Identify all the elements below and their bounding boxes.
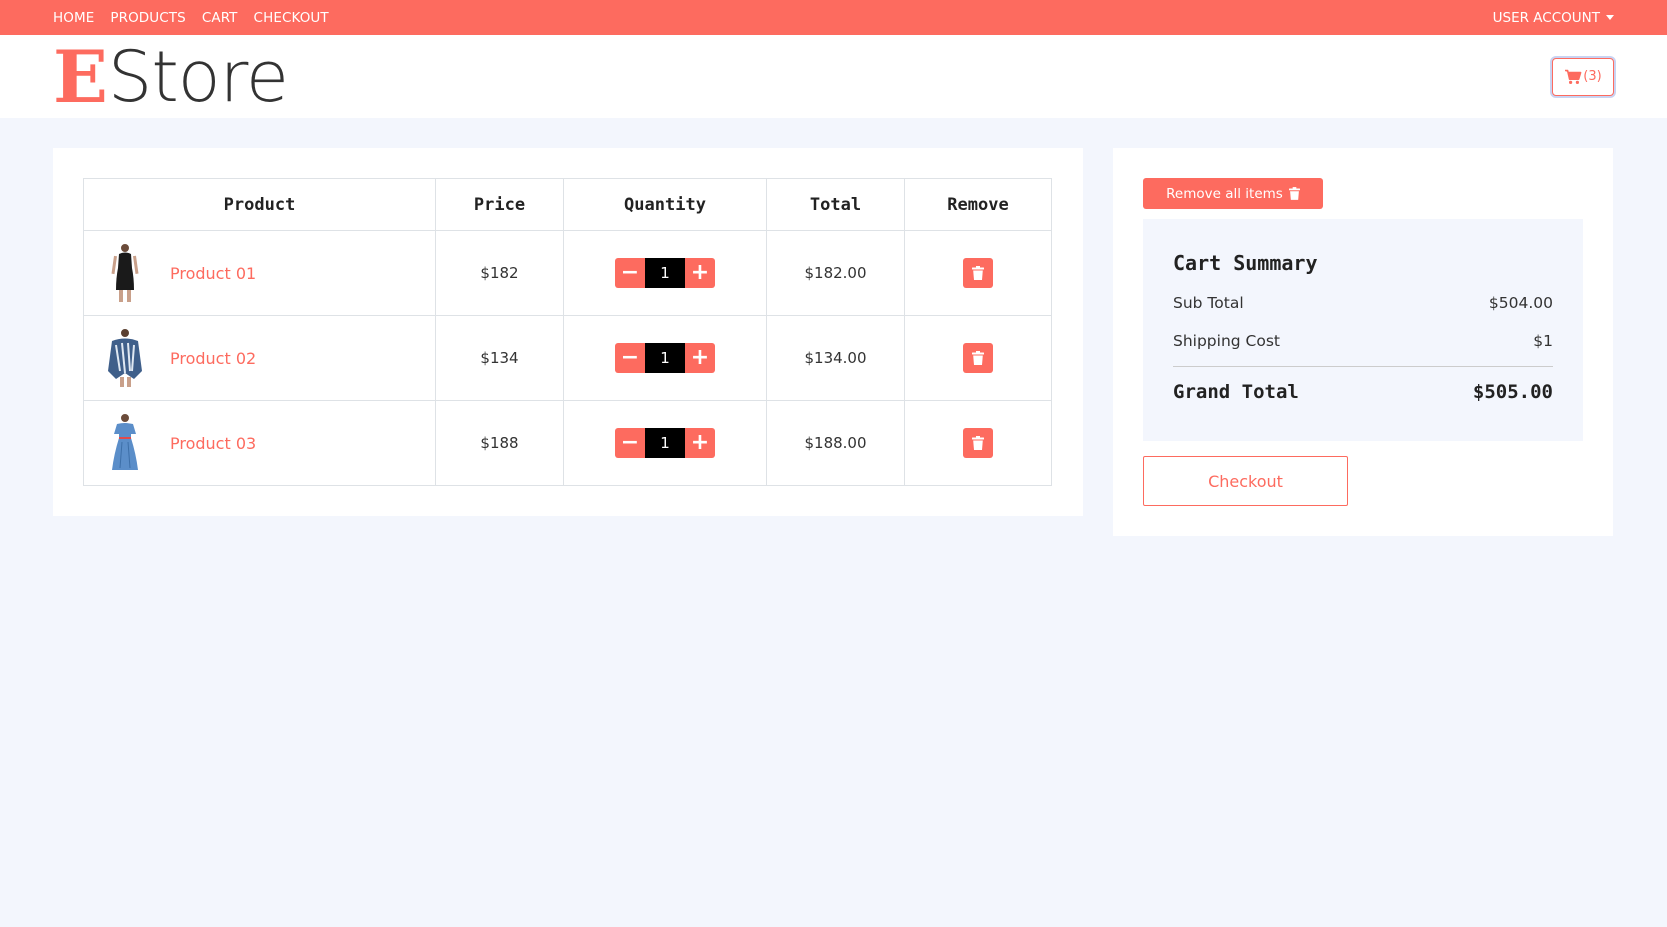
table-row: Product 03 $188 − 1 + $188.00 (83, 400, 1052, 486)
estore-logo[interactable]: E Store (53, 33, 289, 119)
nav-link-checkout[interactable]: CHECKOUT (254, 10, 329, 26)
col-header-product: Product (83, 178, 436, 231)
plus-icon: + (690, 345, 710, 370)
grand-total-value: $505.00 (1472, 381, 1553, 403)
col-header-remove: Remove (904, 178, 1052, 231)
quantity-value[interactable]: 1 (645, 258, 685, 288)
subtotal-value: $504.00 (1488, 294, 1553, 312)
col-header-quantity: Quantity (563, 178, 767, 231)
quantity-cell: − 1 + (563, 230, 767, 316)
minus-icon: − (620, 345, 640, 370)
subtotal-row: Sub Total $504.00 (1173, 294, 1553, 312)
plus-icon: + (690, 260, 710, 285)
increment-button[interactable]: + (685, 258, 715, 288)
remove-cell (904, 400, 1052, 486)
product-cell: Product 01 (83, 230, 436, 316)
grand-total-row: Grand Total $505.00 (1173, 381, 1553, 403)
product-cell: Product 02 (83, 315, 436, 401)
price-cell: $188 (435, 400, 564, 486)
minus-icon: − (620, 430, 640, 455)
logo-text: Store (107, 35, 289, 118)
decrement-button[interactable]: − (615, 343, 645, 373)
grand-total-label: Grand Total (1173, 381, 1299, 403)
table-row: Product 01 $182 − 1 + $182.00 (83, 230, 1052, 316)
col-header-price: Price (435, 178, 564, 231)
total-cell: $188.00 (766, 400, 905, 486)
summary-title: Cart Summary (1173, 251, 1318, 275)
site-header: E Store (3) (0, 35, 1667, 118)
logo-initial: E (53, 33, 108, 119)
trash-icon (1288, 187, 1300, 200)
trash-icon (972, 351, 984, 365)
total-cell: $134.00 (766, 315, 905, 401)
shipping-row: Shipping Cost $1 (1173, 332, 1553, 350)
user-account-dropdown[interactable]: USER ACCOUNT (1493, 10, 1614, 26)
decrement-button[interactable]: − (615, 258, 645, 288)
cart-table: Product Price Quantity Total Remove Prod… (83, 178, 1052, 486)
quantity-stepper: − 1 + (615, 343, 715, 373)
remove-all-label: Remove all items (1166, 185, 1283, 202)
quantity-stepper: − 1 + (615, 428, 715, 458)
cart-icon (1565, 69, 1582, 84)
product-cell: Product 03 (83, 400, 436, 486)
product-image[interactable] (106, 242, 144, 304)
table-header-row: Product Price Quantity Total Remove (83, 178, 1052, 231)
shipping-label: Shipping Cost (1173, 332, 1281, 350)
remove-cell (904, 230, 1052, 316)
remove-item-button[interactable] (963, 343, 993, 373)
header-cart-button[interactable]: (3) (1552, 57, 1614, 96)
price-cell: $182 (435, 230, 564, 316)
product-image[interactable] (106, 327, 144, 389)
nav-link-cart[interactable]: CART (202, 10, 238, 26)
cart-summary-panel: Remove all items Cart Summary Sub Total … (1113, 148, 1613, 536)
summary-divider (1173, 366, 1553, 367)
price-cell: $134 (435, 315, 564, 401)
quantity-cell: − 1 + (563, 400, 767, 486)
col-header-total: Total (766, 178, 905, 231)
table-row: Product 02 $134 − 1 + $134.00 (83, 315, 1052, 401)
increment-button[interactable]: + (685, 428, 715, 458)
top-navbar: HOME PRODUCTS CART CHECKOUT USER ACCOUNT (0, 0, 1667, 35)
cart-panel: Product Price Quantity Total Remove Prod… (53, 148, 1083, 516)
remove-item-button[interactable] (963, 428, 993, 458)
plus-icon: + (690, 430, 710, 455)
quantity-value[interactable]: 1 (645, 343, 685, 373)
minus-icon: − (620, 260, 640, 285)
remove-all-items-button[interactable]: Remove all items (1143, 178, 1323, 209)
product-image[interactable] (106, 412, 144, 474)
remove-cell (904, 315, 1052, 401)
user-account-label: USER ACCOUNT (1492, 9, 1600, 26)
trash-icon (972, 266, 984, 280)
shipping-value: $1 (1533, 332, 1553, 350)
product-name-link[interactable]: Product 02 (170, 349, 256, 368)
product-name-link[interactable]: Product 03 (170, 434, 256, 453)
product-name-link[interactable]: Product 01 (170, 264, 256, 283)
decrement-button[interactable]: − (615, 428, 645, 458)
nav-link-home[interactable]: HOME (53, 10, 94, 26)
nav-links: HOME PRODUCTS CART CHECKOUT (53, 10, 329, 26)
quantity-stepper: − 1 + (615, 258, 715, 288)
cart-count: (3) (1583, 69, 1602, 84)
remove-item-button[interactable] (963, 258, 993, 288)
checkout-button[interactable]: Checkout (1143, 456, 1348, 506)
nav-link-products[interactable]: PRODUCTS (110, 10, 185, 26)
quantity-cell: − 1 + (563, 315, 767, 401)
quantity-value[interactable]: 1 (645, 428, 685, 458)
trash-icon (972, 436, 984, 450)
cart-summary-box: Cart Summary Sub Total $504.00 Shipping … (1143, 219, 1583, 441)
caret-down-icon (1606, 15, 1614, 20)
increment-button[interactable]: + (685, 343, 715, 373)
subtotal-label: Sub Total (1173, 294, 1244, 312)
total-cell: $182.00 (766, 230, 905, 316)
